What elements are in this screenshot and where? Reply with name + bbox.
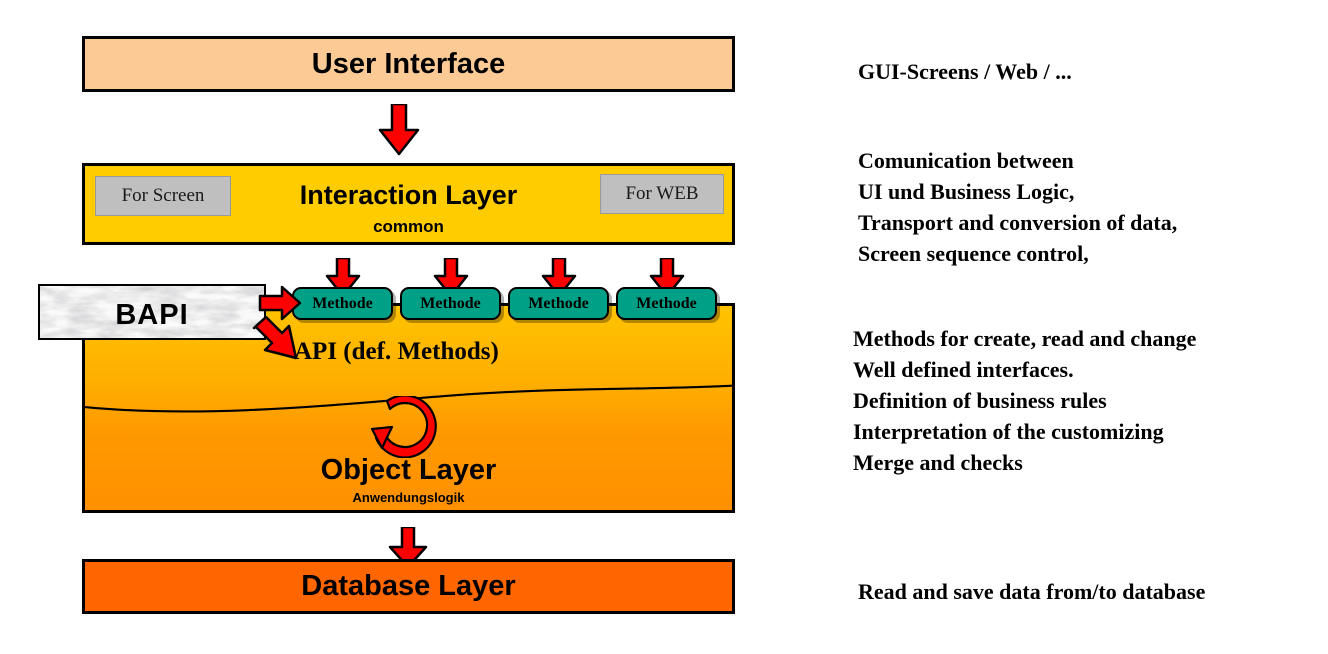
api-definition-label: API (def. Methods) [294,338,499,365]
layer-user-interface-title: User Interface [311,47,506,80]
bapi-label: BAPI [115,299,189,331]
annotation-database: Read and save data from/to database [858,579,1206,604]
arrow-ui-to-interaction-icon [378,104,420,156]
method-box[interactable]: Methode [616,287,717,320]
layer-interaction-subtitle: common [373,217,444,236]
diagram-canvas: User Interface For Screen For WEB Intera… [0,0,1328,654]
method-box[interactable]: Methode [292,287,393,320]
layer-object-title: Object Layer [320,454,497,486]
annotation-object: Methods for create, read and change Well… [853,326,1197,475]
method-box[interactable]: Methode [508,287,609,320]
layer-database-title: Database Layer [301,570,516,602]
method-box[interactable]: Methode [400,287,501,320]
refresh-cycle-icon [370,396,437,458]
annotation-user-interface: GUI-Screens / Web / ... [858,59,1072,84]
layer-user-interface[interactable]: User Interface [82,36,735,92]
layer-interaction-title: Interaction Layer [299,180,518,210]
bapi-box[interactable]: BAPI [38,284,266,340]
annotation-interaction: Comunication between UI und Business Log… [858,148,1178,266]
layer-database[interactable]: Database Layer [82,559,735,614]
layer-interaction[interactable]: For Screen For WEB Interaction Layer com… [82,163,735,245]
layer-object-subtitle: Anwendungslogik [352,490,465,505]
